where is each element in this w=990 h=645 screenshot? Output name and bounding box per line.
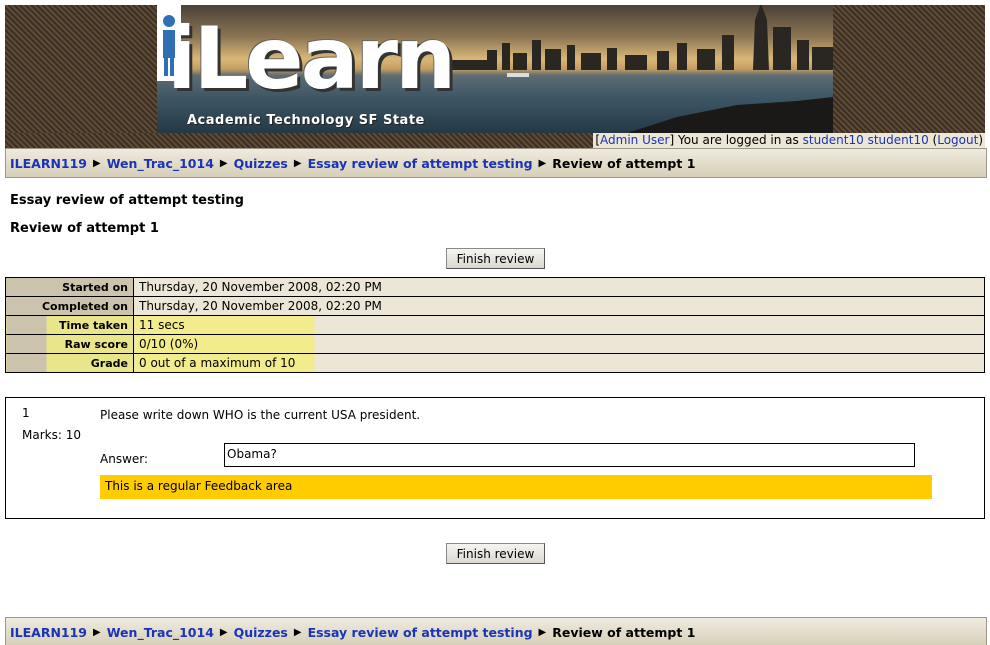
ilearn-banner: iLearn Academic Technology SF State [157,5,833,133]
summary-value: Thursday, 20 November 2008, 02:20 PM [133,277,985,297]
breadcrumb-course-link[interactable]: ILEARN119 [10,156,87,171]
breadcrumb-separator-icon: ▶ [93,157,101,169]
question-box: 1 Marks: 10 Please write down WHO is the… [5,397,985,519]
breadcrumb-separator-icon: ▶ [538,157,547,169]
breadcrumb-course-link[interactable]: ILEARN119 [10,625,87,640]
summary-label: Grade [5,353,134,373]
finish-review-button-bottom[interactable]: Finish review [446,543,545,564]
breadcrumb-quiz-link[interactable]: Essay review of attempt testing [308,156,533,171]
summary-row-completed: Completed on Thursday, 20 November 2008,… [5,296,985,316]
answer-label: Answer: [100,452,149,466]
breadcrumb-quizzes-link[interactable]: Quizzes [234,625,288,640]
summary-row-started: Started on Thursday, 20 November 2008, 0… [5,277,985,297]
summary-label: Time taken [5,315,134,335]
breadcrumb-top: ILEARN119 ▶ Wen_Trac_1014 ▶ Quizzes ▶ Es… [5,148,987,178]
admin-user-link[interactable]: Admin User [600,133,669,147]
summary-label: Raw score [5,334,134,354]
summary-label: Started on [5,277,134,297]
answer-field[interactable]: Obama? [224,443,915,467]
breadcrumb-group-link[interactable]: Wen_Trac_1014 [107,156,214,171]
login-info: [Admin User] You are logged in as studen… [593,133,985,148]
breadcrumb-group-link[interactable]: Wen_Trac_1014 [107,625,214,640]
summary-label: Completed on [5,296,134,316]
breadcrumb-separator-icon: ▶ [219,626,228,638]
logged-in-text: You are logged in as [677,133,799,147]
feedback-area: This is a regular Feedback area [100,475,932,499]
question-marks: Marks: 10 [22,428,81,442]
ilearn-logo: iLearn [167,9,456,109]
logout-link[interactable]: Logout [937,133,978,147]
attempt-summary-table: Started on Thursday, 20 November 2008, 0… [5,277,985,373]
breadcrumb-current: Review of attempt 1 [552,155,696,171]
breadcrumb-separator-icon: ▶ [293,626,302,638]
user-profile-link[interactable]: student10 student10 [803,133,929,147]
quiz-title: Essay review of attempt testing [10,193,244,208]
summary-row-raw-score: Raw score 0/10 (0%) [5,334,985,354]
summary-value: 0/10 (0%) [133,334,985,354]
breadcrumb-separator-icon: ▶ [293,157,302,169]
breadcrumb-separator-icon: ▶ [538,626,547,638]
question-number: 1 [22,406,30,420]
breadcrumb-bottom: ILEARN119 ▶ Wen_Trac_1014 ▶ Quizzes ▶ Es… [5,617,987,645]
person-logo-icon [157,5,181,81]
breadcrumb-quizzes-link[interactable]: Quizzes [234,156,288,171]
finish-review-button-top[interactable]: Finish review [446,248,545,269]
breadcrumb-separator-icon: ▶ [93,626,101,638]
summary-value: 0 out of a maximum of 10 [133,353,985,373]
breadcrumb-quiz-link[interactable]: Essay review of attempt testing [308,625,533,640]
summary-row-time-taken: Time taken 11 secs [5,315,985,335]
summary-row-grade: Grade 0 out of a maximum of 10 [5,353,985,373]
summary-value: 11 secs [133,315,985,335]
ilearn-tagline: Academic Technology SF State [187,113,425,128]
question-text: Please write down WHO is the current USA… [100,408,421,422]
summary-value: Thursday, 20 November 2008, 02:20 PM [133,296,985,316]
breadcrumb-current: Review of attempt 1 [552,624,696,640]
page-subtitle: Review of attempt 1 [10,221,159,236]
breadcrumb-separator-icon: ▶ [219,157,228,169]
